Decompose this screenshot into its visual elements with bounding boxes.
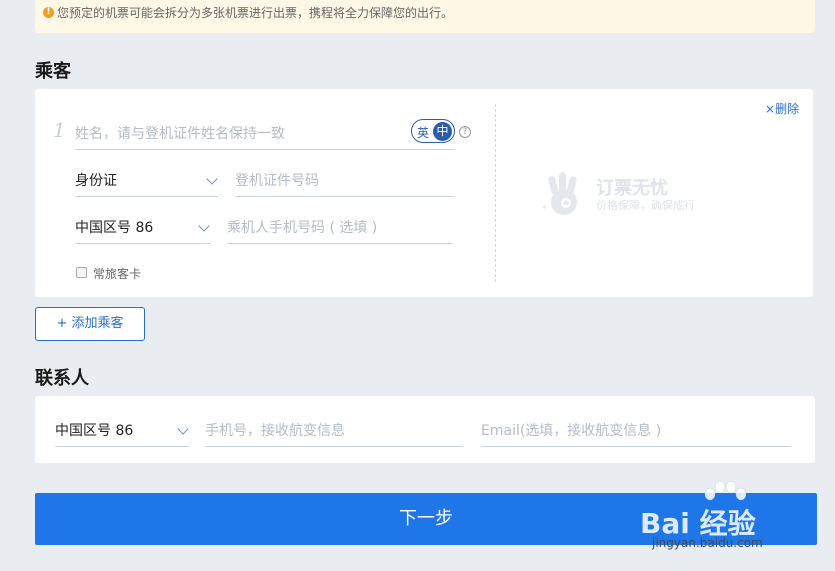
close-icon: ×: [765, 102, 776, 116]
delete-passenger-button[interactable]: ×删除: [765, 100, 799, 117]
info-icon: !: [43, 7, 54, 18]
chevron-down-icon: [206, 173, 218, 185]
delete-label: 删除: [775, 102, 800, 116]
contact-phone-field[interactable]: 手机号，接收航变信息: [205, 417, 463, 447]
passenger-phone-placeholder: 乘机人手机号码 ( 选填 ): [227, 220, 378, 236]
frequent-traveler-checkbox[interactable]: [76, 267, 87, 278]
id-number-field[interactable]: 登机证件号码: [235, 167, 455, 197]
help-icon[interactable]: ?: [459, 126, 471, 138]
id-type-value: 身份证: [75, 173, 117, 189]
lang-en-option[interactable]: 英: [417, 124, 429, 141]
passenger-section-title: 乘客: [35, 61, 71, 82]
watermark-url: jingyan.baidu.com: [652, 536, 763, 550]
notice-bar: ! 您预定的机票可能会拆分为多张机票进行出票，携程将全力保障您的出行。: [35, 0, 815, 33]
contact-section-title: 联系人: [35, 368, 89, 389]
contact-email-field[interactable]: Email(选填，接收航变信息 ): [481, 417, 791, 447]
add-passenger-button[interactable]: + 添加乘客: [35, 307, 145, 341]
id-type-select[interactable]: 身份证: [75, 167, 218, 197]
chevron-down-icon: [177, 423, 189, 435]
contact-phone-placeholder: 手机号，接收航变信息: [205, 423, 345, 439]
chevron-down-icon: [198, 220, 210, 232]
contact-phone-region-value: 中国区号 86: [55, 423, 134, 439]
passenger-phone-region-select[interactable]: 中国区号 86: [75, 214, 210, 244]
passenger-name-placeholder: 姓名，请与登机证件姓名保持一致: [75, 126, 285, 142]
brand-subtitle: 价格保障，确保成行: [596, 199, 695, 212]
contact-phone-region-select[interactable]: 中国区号 86: [55, 417, 189, 447]
svg-text:✦: ✦: [541, 203, 548, 212]
id-number-placeholder: 登机证件号码: [235, 173, 319, 189]
passenger-phone-region-value: 中国区号 86: [75, 220, 154, 236]
passenger-phone-field[interactable]: 乘机人手机号码 ( 选填 ): [227, 214, 452, 244]
passenger-index: 1: [53, 118, 66, 142]
notice-text: 您预定的机票可能会拆分为多张机票进行出票，携程将全力保障您的出行。: [57, 6, 454, 20]
language-toggle[interactable]: 英 中: [411, 119, 455, 143]
hand-logo-icon: ✦: [541, 172, 577, 215]
lang-zh-option[interactable]: 中: [433, 122, 452, 141]
passenger-name-field[interactable]: 姓名，请与登机证件姓名保持一致: [75, 120, 455, 150]
contact-email-placeholder: Email(选填，接收航变信息 ): [481, 423, 662, 439]
card-divider: [495, 104, 496, 282]
baidu-jingyan-watermark: Bai 经验 jingyan.baidu.com: [640, 480, 810, 550]
frequent-traveler-label: 常旅客卡: [93, 267, 142, 281]
